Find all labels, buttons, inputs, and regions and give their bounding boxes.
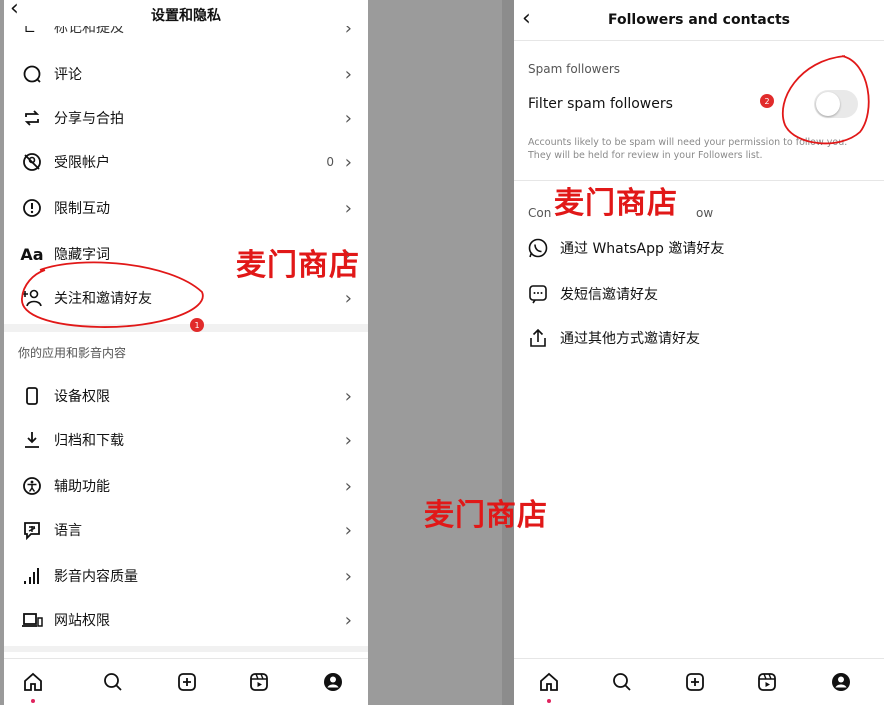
annotation-circle-right (782, 55, 870, 145)
annotation-overlay (21, 55, 870, 328)
annotation-circle-left (21, 261, 204, 328)
